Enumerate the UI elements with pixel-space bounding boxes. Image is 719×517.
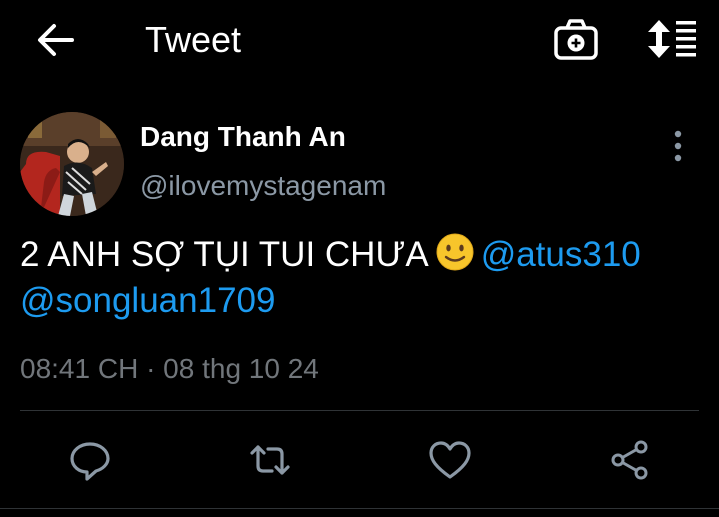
divider <box>0 508 719 509</box>
tweet-actions <box>0 428 719 492</box>
tweet-line-2: @songluan1709 <box>20 278 710 324</box>
sort-button[interactable] <box>645 18 697 60</box>
mention-link[interactable]: @atus310 <box>481 235 641 274</box>
retweet-icon <box>250 445 290 475</box>
like-icon <box>429 441 471 479</box>
tweet-timestamp: 08:41 CH · 08 thg 10 24 <box>20 353 319 384</box>
like-button[interactable] <box>428 438 472 482</box>
tweet-body: 2 ANH SỢ TỤI TUI CHƯA <box>20 235 429 274</box>
reply-icon <box>70 442 110 481</box>
sort-icon <box>648 20 696 58</box>
share-icon <box>611 440 648 480</box>
author-name[interactable]: Dang Thanh An <box>140 120 346 154</box>
mention-link[interactable]: @songluan1709 <box>20 281 275 320</box>
avatar[interactable] <box>20 112 124 216</box>
profile-photo <box>20 112 124 216</box>
reply-button[interactable] <box>68 438 112 482</box>
retweet-button[interactable] <box>248 438 292 482</box>
tweet-line-1: 2 ANH SỢ TỤI TUI CHƯA @atus310 <box>20 232 710 278</box>
share-button[interactable] <box>608 438 652 482</box>
arrow-left-icon <box>38 24 74 56</box>
tweet-text: 2 ANH SỢ TỤI TUI CHƯA @atus310 @songluan1… <box>20 232 710 324</box>
page-title: Tweet <box>145 19 242 60</box>
camera-icon <box>554 19 598 60</box>
more-vertical-icon <box>674 130 682 162</box>
camera-button[interactable] <box>553 18 599 62</box>
back-button[interactable] <box>36 22 76 58</box>
top-bar: Tweet <box>0 0 719 82</box>
slightly-smiling-face-icon <box>435 232 475 272</box>
author-handle[interactable]: @ilovemystagenam <box>140 169 386 203</box>
more-options-button[interactable] <box>664 128 692 164</box>
divider <box>20 410 699 411</box>
